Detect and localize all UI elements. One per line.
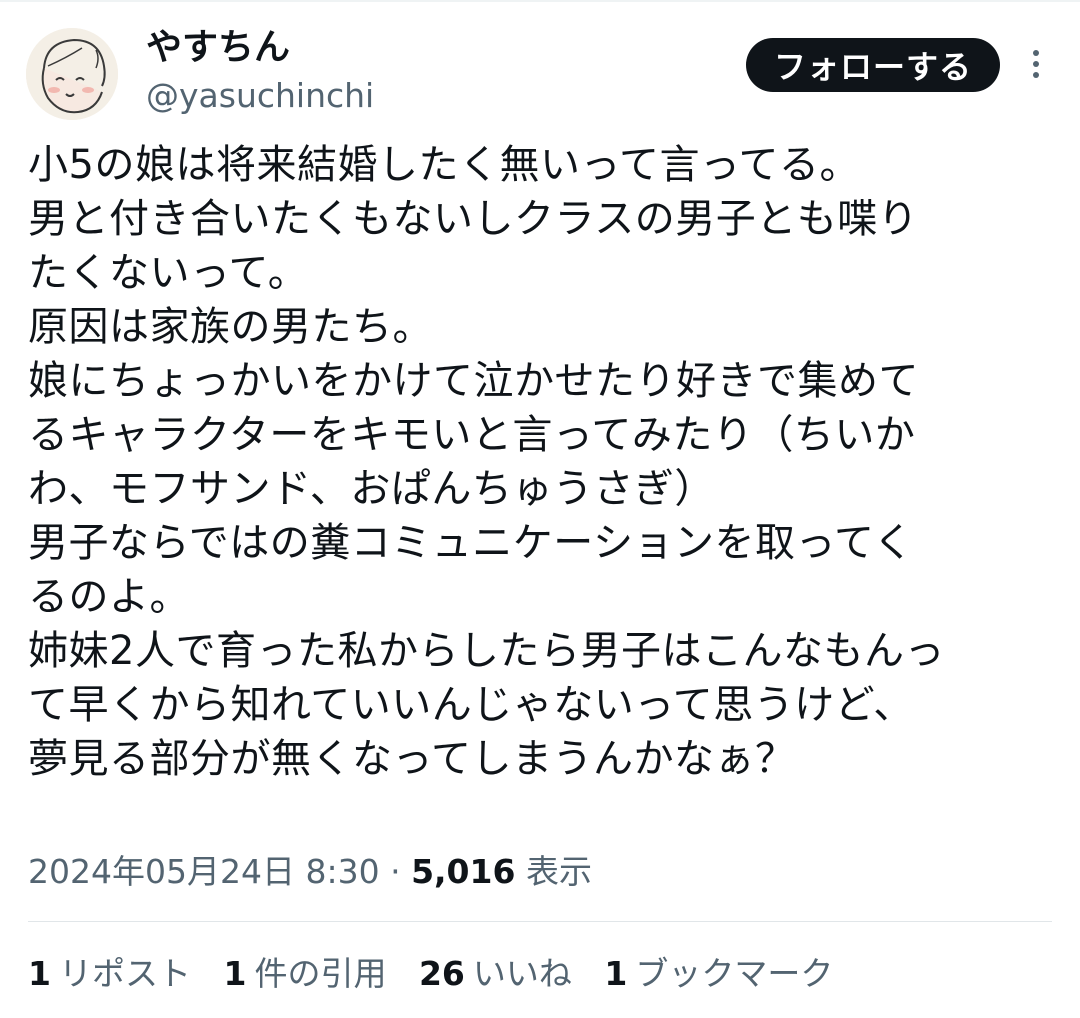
tweet-line: 小5の娘は将来結婚したく無いって言ってる。 <box>28 142 860 188</box>
stat-reposts[interactable]: 1 リポスト <box>28 950 191 998</box>
stat-bookmarks[interactable]: 1 ブックマーク <box>604 950 833 998</box>
tweet-line: たくないって。 <box>28 250 309 296</box>
top-divider <box>0 0 1080 2</box>
stat-count: 26 <box>418 954 465 993</box>
user-handle[interactable]: @yasuchinchi <box>146 76 374 116</box>
avatar[interactable] <box>26 28 118 120</box>
stat-label: いいね <box>472 954 572 993</box>
avatar-illustration <box>26 28 118 120</box>
stat-count: 1 <box>604 954 628 993</box>
stat-quotes[interactable]: 1 件の引用 <box>223 950 386 998</box>
tweet-line: るのよ。 <box>28 574 190 620</box>
tweet-line: て早くから知れていいんじゃないって思うけど、 <box>28 682 914 728</box>
tweet-meta: 2024年05月24日 8:30 · 5,016 表示 <box>28 848 592 896</box>
stat-likes[interactable]: 26 いいね <box>419 950 572 998</box>
tweet-text: 小5の娘は将来結婚したく無いって言ってる。 男と付き合いたくもないしクラスの男子… <box>28 138 1068 786</box>
tweet-line: 娘にちょっかいをかけて泣かせたり好きで集めて <box>28 358 919 404</box>
user-name[interactable]: やすちん <box>146 26 290 70</box>
tweet-line: わ、モフサンド、おぱんちゅうさぎ） <box>28 466 715 512</box>
meta-separator: · <box>390 852 401 891</box>
stats-divider <box>28 921 1052 922</box>
tweet-line: 男と付き合いたくもないしクラスの男子とも喋り <box>28 196 919 242</box>
engagement-stats: 1 リポスト 1 件の引用 26 いいね 1 ブックマーク <box>28 950 855 998</box>
stat-count: 1 <box>28 954 51 993</box>
tweet-line: 夢見る部分が無くなってしまうんかなぁ？ <box>28 736 796 782</box>
stat-label: 件の引用 <box>254 954 387 993</box>
stat-label: リポスト <box>58 954 191 993</box>
tweet-line: 原因は家族の男たち。 <box>28 304 433 350</box>
tweet-line: 姉妹2人で育った私からしたら男子はこんなもんっ <box>28 628 945 674</box>
tweet-line: 男子ならではの糞コミュニケーションを取ってく <box>28 520 914 566</box>
more-options-icon[interactable] <box>1024 44 1048 84</box>
stat-count: 1 <box>223 954 247 993</box>
follow-button[interactable]: フォローする <box>746 38 1000 92</box>
views-count: 5,016 <box>411 852 516 891</box>
tweet-timestamp[interactable]: 2024年05月24日 8:30 <box>28 852 380 891</box>
tweet-line: るキャラクターをキモいと言ってみたり（ちいか <box>28 412 916 458</box>
views-label: 表示 <box>525 852 592 891</box>
stat-label: ブックマーク <box>635 954 834 993</box>
